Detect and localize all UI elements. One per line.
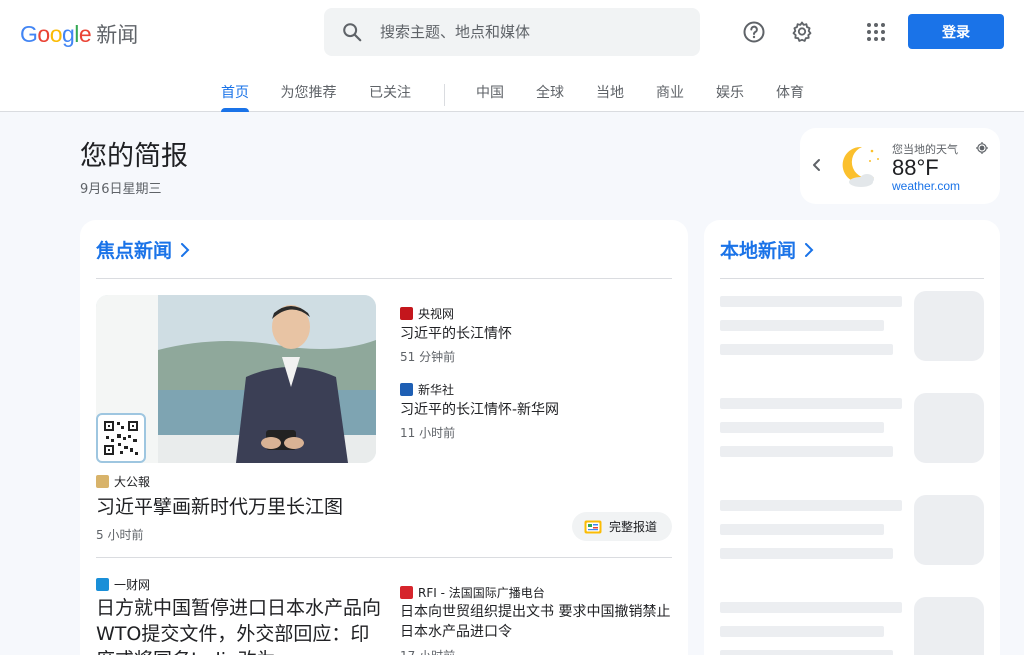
publisher-logo-icon <box>400 307 413 320</box>
section-tabs: 首页 为您推荐 已关注 中国 全球 当地 商业 娱乐 体育 <box>0 82 1024 112</box>
logo-letter: G <box>20 20 38 47</box>
publisher-logo-icon <box>96 475 109 488</box>
tab-entertainment[interactable]: 娱乐 <box>716 82 744 112</box>
loading-placeholder <box>720 446 893 457</box>
loading-placeholder <box>720 320 884 331</box>
publisher-name: RFI - 法国国际广播电台 <box>418 586 545 600</box>
story-time: 17 小时前 <box>400 647 455 655</box>
apps-grid-icon[interactable] <box>860 16 892 48</box>
weather-temperature: 88°F <box>892 155 939 180</box>
tab-sports[interactable]: 体育 <box>776 82 804 112</box>
logo-letter: g <box>61 20 75 47</box>
loading-placeholder <box>720 650 893 655</box>
full-coverage-label: 完整报道 <box>609 520 658 534</box>
chevron-left-icon[interactable] <box>810 158 824 177</box>
loading-placeholder <box>720 524 884 535</box>
publisher[interactable]: RFI - 法国国际广播电台 <box>400 584 545 601</box>
tab-following[interactable]: 已关注 <box>369 82 411 112</box>
logo-letter: o <box>37 20 50 47</box>
loading-placeholder <box>720 422 884 433</box>
weather-widget[interactable]: 您当地的天气 88°F weather.com <box>800 128 1000 204</box>
tab-home[interactable]: 首页 <box>221 82 249 112</box>
product-name: 新闻 <box>96 23 139 47</box>
publisher[interactable]: 央视网 <box>400 305 454 322</box>
tab-business[interactable]: 商业 <box>656 82 684 112</box>
loading-placeholder <box>720 626 884 637</box>
story-time: 5 小时前 <box>96 528 144 542</box>
briefing-date: 9月6日星期三 <box>80 182 162 197</box>
story-time: 51 分钟前 <box>400 350 456 364</box>
loading-placeholder <box>720 398 902 409</box>
loading-placeholder <box>914 597 984 655</box>
briefing-title: 您的简报 <box>80 141 188 172</box>
logo-letter: e <box>78 20 92 47</box>
google-wordmark: Google <box>20 20 92 48</box>
loading-placeholder <box>720 548 893 559</box>
loading-placeholder <box>720 602 902 613</box>
publisher-name: 央视网 <box>418 307 455 321</box>
local-news-card: 本地新闻 <box>704 220 1000 655</box>
publisher-logo-icon <box>96 578 109 591</box>
local-news-heading[interactable]: 本地新闻 <box>720 236 814 263</box>
publisher-name: 大公報 <box>114 475 151 489</box>
tab-local[interactable]: 当地 <box>596 82 624 112</box>
publisher[interactable]: 大公報 <box>96 473 150 490</box>
publisher[interactable]: 一财网 <box>96 576 150 593</box>
logo-letter: o <box>49 20 63 47</box>
google-news-logo[interactable]: Google 新闻 <box>20 19 138 49</box>
loading-placeholder <box>720 344 893 355</box>
full-coverage-button[interactable]: 完整报道 <box>572 512 672 541</box>
loading-placeholder <box>914 393 984 463</box>
divider <box>96 557 672 558</box>
story-time: 11 小时前 <box>400 426 456 440</box>
gear-icon[interactable] <box>786 16 818 48</box>
tab-world[interactable]: 全球 <box>536 82 564 112</box>
story-headline[interactable]: 日本向世贸组织提出文书 要求中国撤销禁止日本水产品进口令 <box>400 602 674 642</box>
publisher-name: 新华社 <box>418 383 455 397</box>
divider <box>720 278 984 279</box>
top-stories-card: 焦点新闻 大公報 习近平擘画新时代万里长江图 5 小时前 央视网 习近平的长江情… <box>80 220 688 655</box>
publisher-logo-icon <box>400 586 413 599</box>
loading-placeholder <box>914 291 984 361</box>
tab-for-you[interactable]: 为您推荐 <box>280 82 337 112</box>
full-coverage-icon <box>584 520 602 533</box>
search-bar[interactable] <box>324 8 700 56</box>
tab-divider <box>444 84 445 106</box>
story-headline[interactable]: 习近平的长江情怀 <box>400 323 512 343</box>
tab-china[interactable]: 中国 <box>476 82 504 112</box>
top-stories-title: 焦点新闻 <box>96 240 173 262</box>
weather-source-link[interactable]: weather.com <box>892 179 960 193</box>
chevron-right-icon <box>805 242 814 257</box>
loading-placeholder <box>720 500 902 511</box>
local-news-title: 本地新闻 <box>720 240 797 262</box>
login-button[interactable]: 登录 <box>908 14 1004 49</box>
top-stories-heading[interactable]: 焦点新闻 <box>96 236 190 263</box>
moon-cloud-icon <box>834 141 884 196</box>
location-icon[interactable] <box>976 141 988 159</box>
story-headline[interactable]: 习近平的长江情怀-新华网 <box>400 399 559 419</box>
story-headline[interactable]: 日方就中国暂停进口日本水产品向WTO提交文件，外交部回应：印度或将国名India… <box>96 595 384 655</box>
qr-code <box>96 413 146 463</box>
top-bar: Google 新闻 登录 首页 为您推荐 已关注 中国 全球 当地 商业 娱乐 … <box>0 0 1024 112</box>
help-icon[interactable] <box>738 16 770 48</box>
loading-placeholder <box>720 296 902 307</box>
search-input[interactable] <box>380 23 680 41</box>
story-headline[interactable]: 习近平擘画新时代万里长江图 <box>96 492 343 519</box>
divider <box>96 278 672 279</box>
loading-placeholder <box>914 495 984 565</box>
publisher-name: 一财网 <box>114 578 151 592</box>
publisher-logo-icon <box>400 383 413 396</box>
chevron-right-icon <box>181 242 190 257</box>
search-icon[interactable] <box>324 21 380 43</box>
publisher[interactable]: 新华社 <box>400 381 454 398</box>
